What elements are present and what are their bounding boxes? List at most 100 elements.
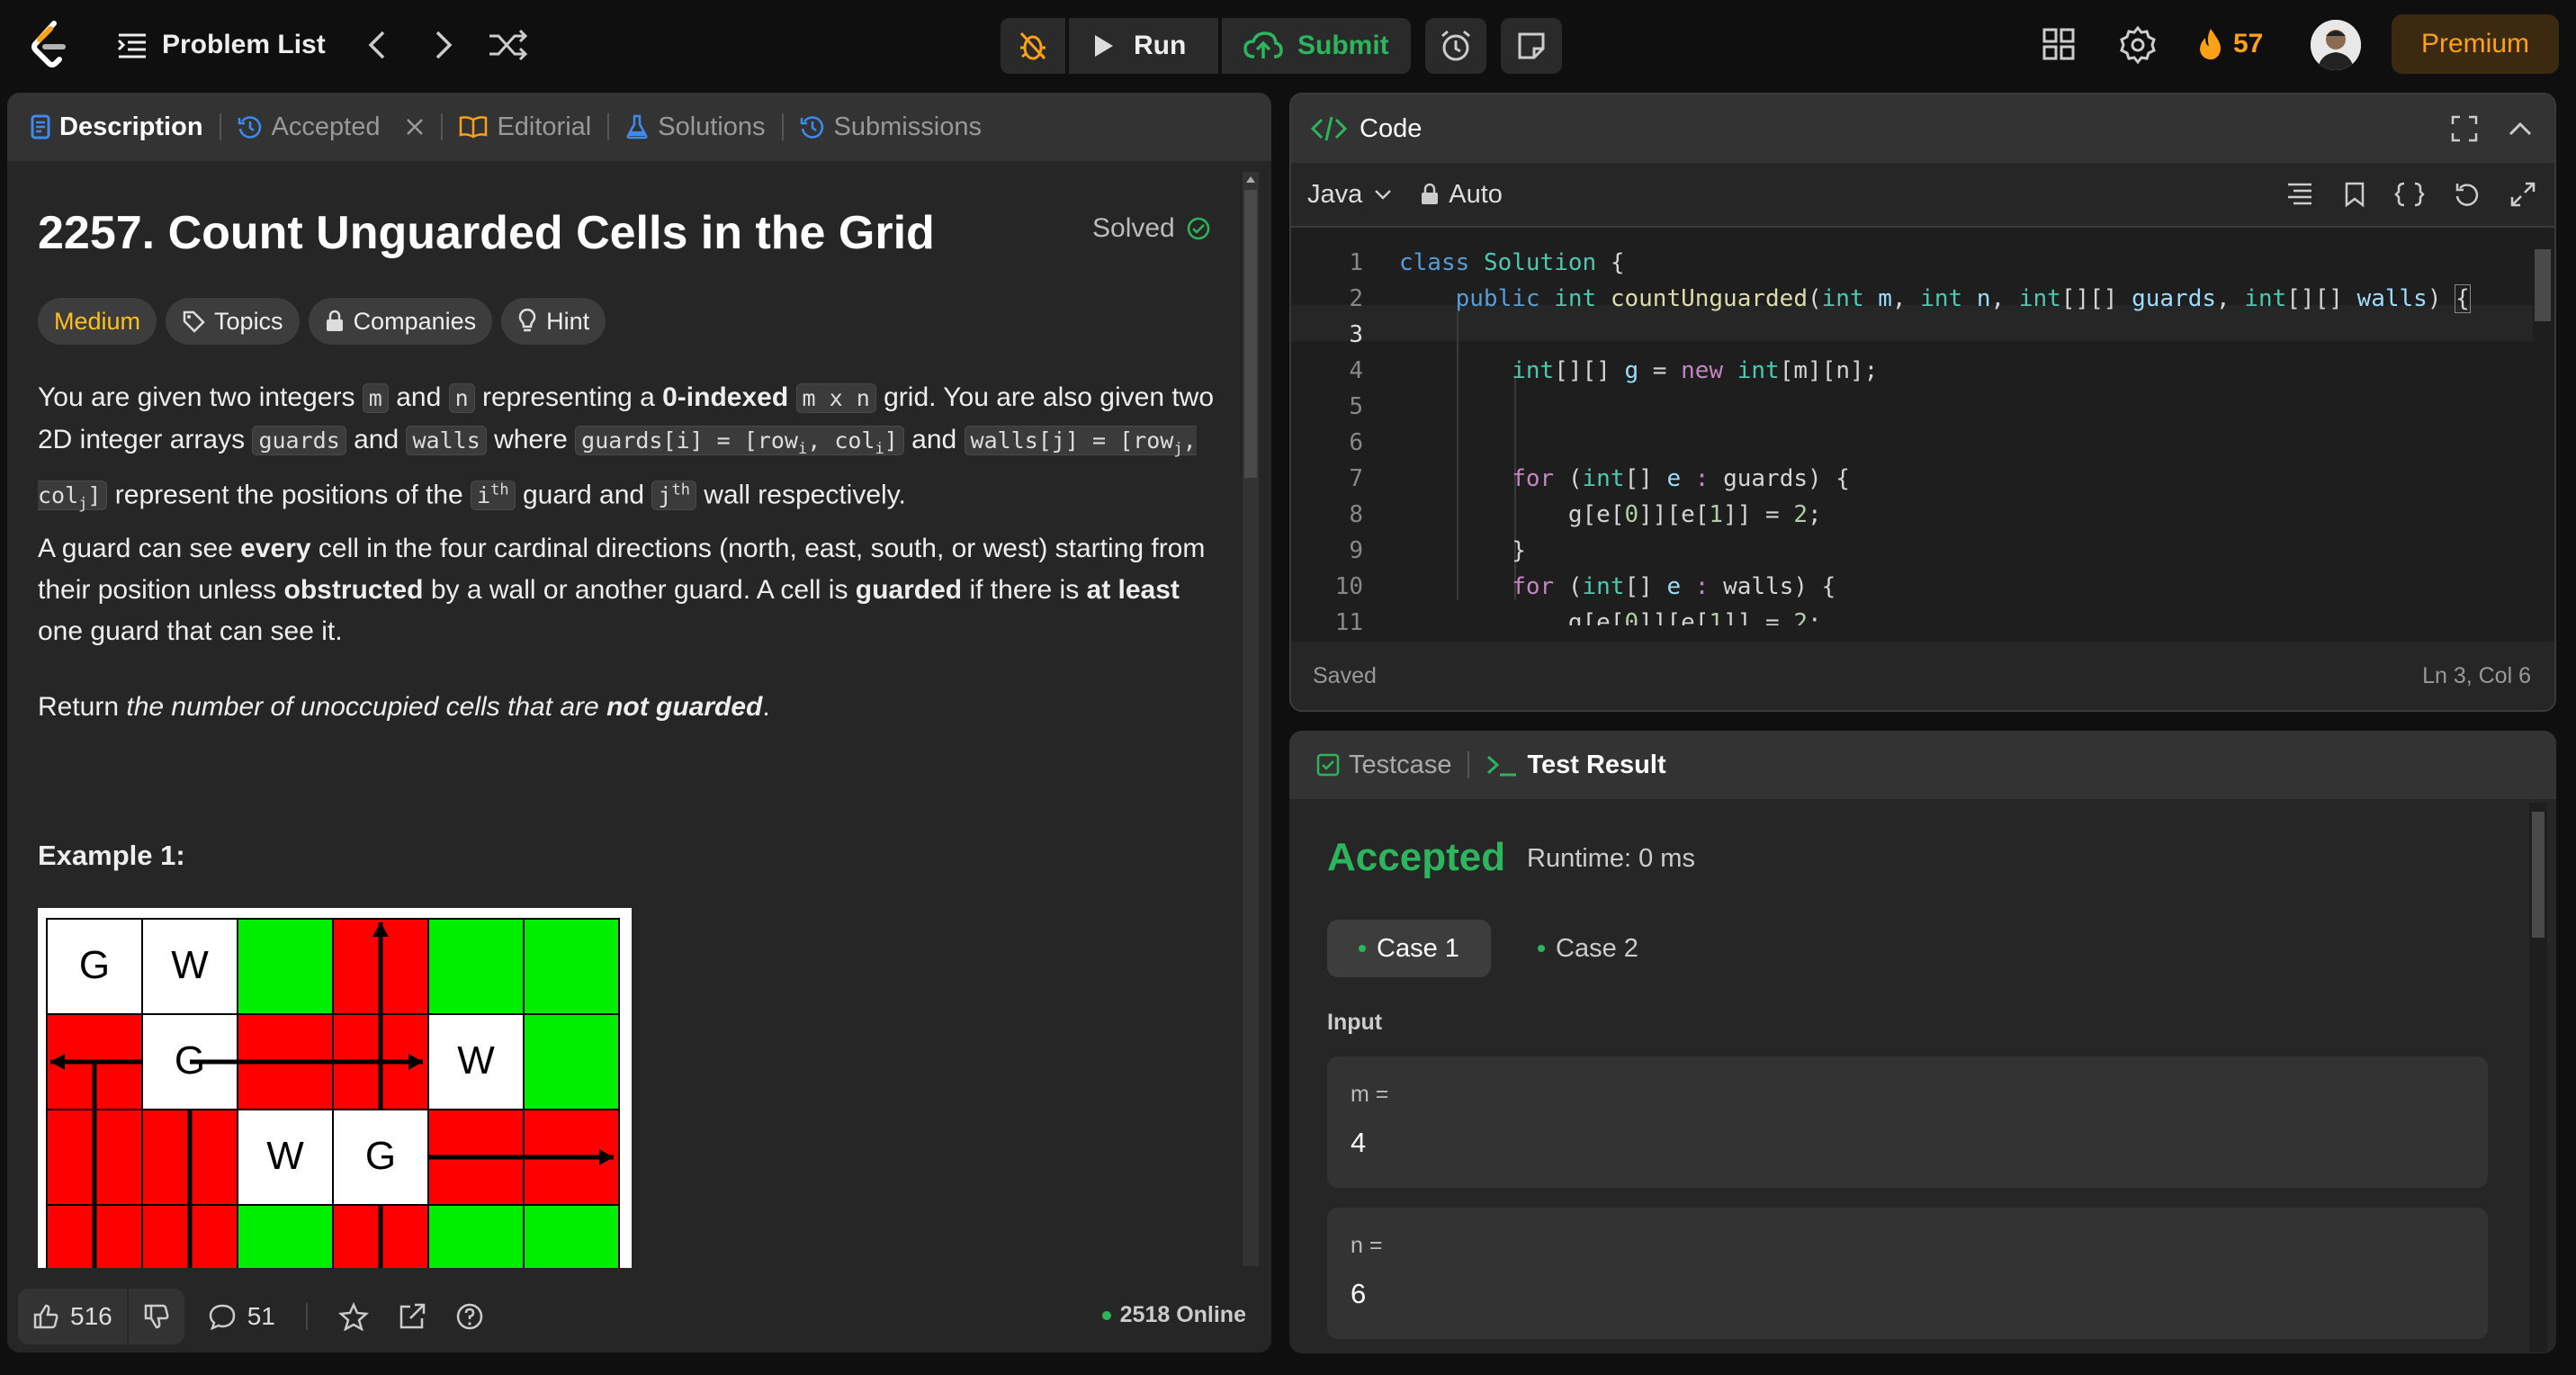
chevron-up-icon[interactable] (2506, 114, 2535, 143)
tab-editorial-label: Editorial (497, 112, 592, 141)
comments-button[interactable]: 51 (193, 1289, 290, 1344)
test-scrollbar[interactable] (2529, 803, 2547, 1352)
topics-label: Topics (214, 307, 283, 335)
case-2-tab[interactable]: Case 2 (1516, 920, 1660, 977)
tab-test-result-label: Test Result (1527, 750, 1666, 779)
scrollbar-thumb[interactable] (2532, 812, 2545, 938)
streak-counter[interactable]: 57 (2197, 23, 2263, 65)
solved-status: Solved (1092, 213, 1211, 244)
avatar[interactable] (2311, 20, 2361, 70)
code-toolbar: Java Auto (1291, 163, 2554, 228)
input-m-value: 4 (1351, 1127, 1367, 1158)
user-avatar-icon (2311, 20, 2361, 70)
input-n-label: n = (1351, 1233, 1383, 1258)
hint-button[interactable]: Hint (501, 298, 606, 345)
list-icon (117, 31, 148, 58)
expand-icon[interactable] (2509, 181, 2536, 208)
cloud-upload-icon (1243, 31, 1283, 60)
scroll-up-icon (1246, 176, 1255, 183)
like-count: 516 (70, 1302, 112, 1330)
pass-dot (1538, 945, 1546, 952)
case-1-label: Case 1 (1377, 933, 1459, 963)
layout-button[interactable] (2041, 25, 2078, 63)
tab-accepted[interactable]: Accepted (238, 93, 426, 161)
streak-count: 57 (2233, 29, 2264, 58)
comment-icon (208, 1303, 237, 1330)
tab-editorial[interactable]: Editorial (459, 93, 591, 161)
gear-icon (2120, 25, 2156, 65)
tab-description[interactable]: Description (31, 93, 203, 161)
timer-button[interactable] (1425, 18, 1486, 74)
example-heading: Example 1: (38, 840, 185, 871)
tab-solutions[interactable]: Solutions (625, 93, 766, 161)
case-1-tab[interactable]: Case 1 (1327, 920, 1491, 977)
grid-cell (427, 918, 525, 1015)
comment-count: 51 (247, 1302, 275, 1330)
problem-list-button[interactable]: Problem List (117, 25, 326, 65)
next-problem-button[interactable] (425, 27, 461, 63)
language-select[interactable]: Java (1307, 180, 1393, 210)
line-number: 8 (1349, 501, 1363, 528)
tag-icon (182, 310, 205, 333)
code-line: } (1399, 537, 1526, 564)
scrollbar-thumb[interactable] (1244, 190, 1257, 478)
run-label: Run (1134, 31, 1187, 60)
language-label: Java (1307, 179, 1363, 209)
code-panel: Code Java Auto 1 2 3 4 5 6 7 8 9 10 11 c… (1289, 93, 2556, 712)
reset-icon[interactable] (2454, 181, 2481, 208)
dislike-button[interactable] (128, 1289, 184, 1344)
bookmark-icon[interactable] (2344, 181, 2365, 208)
favorite-button[interactable] (324, 1289, 383, 1344)
settings-button[interactable] (2118, 25, 2158, 65)
tab-divider (1468, 751, 1470, 778)
code-editor[interactable]: 1 2 3 4 5 6 7 8 9 10 11 class Solution {… (1291, 240, 2533, 636)
companies-button[interactable]: Companies (308, 298, 493, 345)
grid-cell (523, 918, 620, 1015)
topics-button[interactable]: Topics (166, 298, 300, 345)
input-m-box[interactable]: m = 4 (1327, 1056, 2488, 1188)
chevron-down-icon (1375, 190, 1392, 200)
prev-problem-button[interactable] (360, 27, 396, 63)
external-link-icon (399, 1303, 426, 1329)
premium-button[interactable]: Premium (2392, 14, 2559, 74)
description-scrollbar[interactable] (1243, 172, 1259, 1266)
input-n-value: 6 (1351, 1278, 1367, 1309)
line-number: 6 (1349, 429, 1363, 456)
braces-icon[interactable] (2394, 181, 2425, 208)
code-status-bar: Saved Ln 3, Col 6 (1291, 642, 2554, 710)
lock-icon (1422, 183, 1439, 204)
online-count: 2518 Online (1101, 1302, 1246, 1328)
problem-title[interactable]: 2257. Count Unguarded Cells in the Grid (38, 206, 935, 260)
pass-dot (1359, 945, 1367, 952)
line-number: 1 (1349, 249, 1363, 276)
submit-button[interactable]: Submit (1222, 18, 1411, 74)
run-button[interactable]: Run (1069, 18, 1218, 74)
tab-testcase[interactable]: Testcase (1316, 731, 1451, 799)
leetcode-logo-icon[interactable] (27, 20, 72, 70)
close-icon[interactable] (405, 117, 425, 137)
share-button[interactable] (383, 1289, 441, 1344)
history-icon (238, 114, 263, 139)
code-line: class Solution { (1399, 249, 1625, 276)
thumbs-down-icon (143, 1303, 170, 1330)
help-button[interactable] (441, 1289, 498, 1344)
online-label: 2518 Online (1119, 1302, 1246, 1327)
shuffle-button[interactable] (488, 27, 529, 63)
tab-test-result[interactable]: Test Result (1485, 731, 1666, 799)
top-bar: Problem List Run Submit 57 Premium (0, 0, 2576, 90)
input-n-box[interactable]: n = 6 (1327, 1208, 2488, 1339)
scrollbar-thumb[interactable] (2535, 249, 2551, 321)
code-scrollbar[interactable] (2531, 242, 2553, 629)
auto-toggle[interactable]: Auto (1420, 180, 1503, 210)
flame-icon (2197, 27, 2224, 61)
debug-button[interactable] (1001, 18, 1065, 74)
bug-icon (1019, 31, 1046, 60)
tab-submissions[interactable]: Submissions (800, 93, 982, 161)
tab-submissions-label: Submissions (833, 112, 982, 141)
maximize-icon[interactable] (2450, 114, 2479, 143)
code-header: Code (1291, 94, 2554, 163)
notes-button[interactable] (1501, 18, 1562, 74)
like-button[interactable]: 516 (18, 1289, 127, 1344)
format-lines-icon[interactable] (2286, 181, 2313, 206)
test-panel: Testcase Test Result Accepted Runtime: 0… (1289, 731, 2556, 1353)
